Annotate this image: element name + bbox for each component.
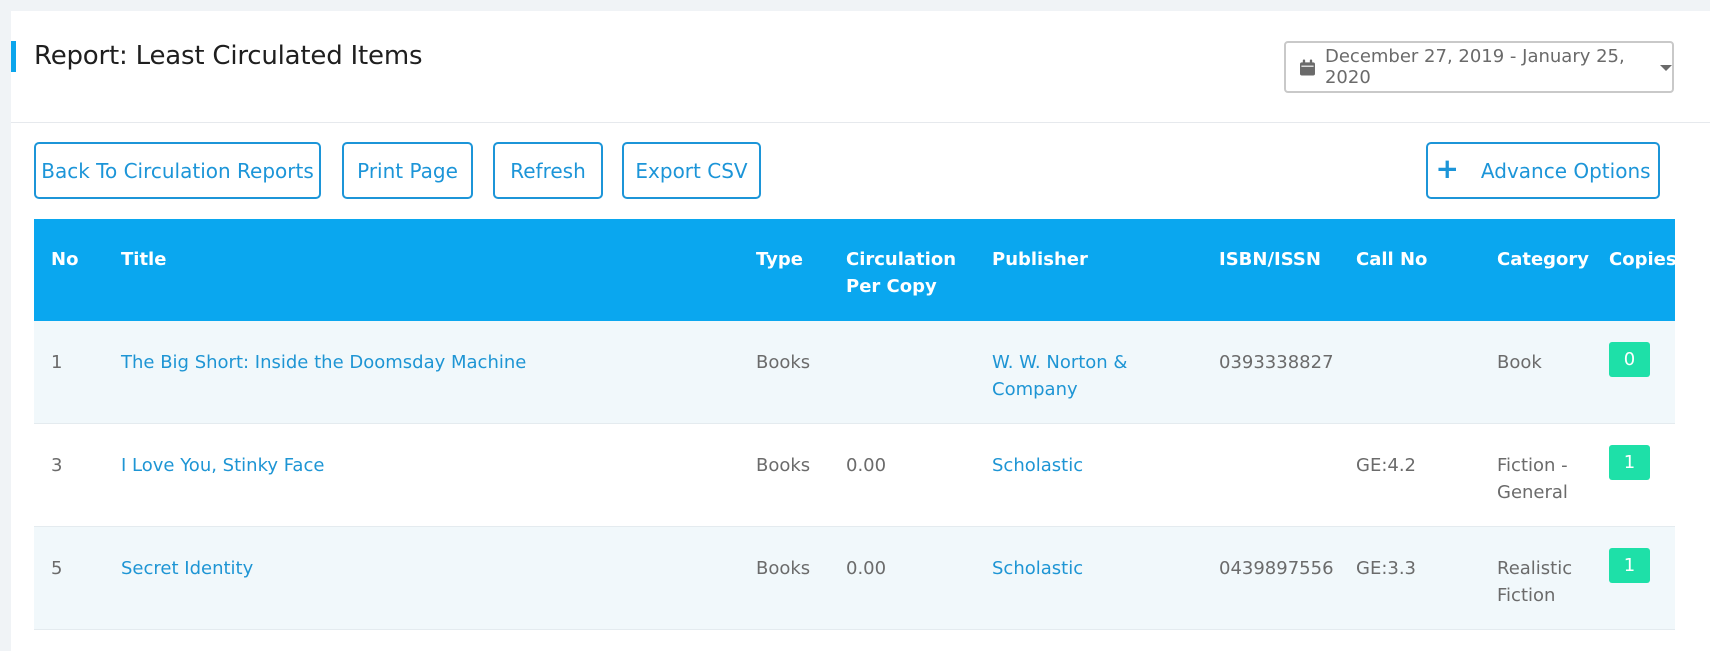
cell-publisher-line1: Scholastic: [992, 558, 1084, 579]
cell-no: 1: [51, 352, 63, 373]
cell-publisher-link[interactable]: W. W. Norton & Company: [992, 349, 1127, 403]
cell-category-line1: Realistic: [1497, 558, 1573, 579]
cell-circulation: 0.00: [846, 558, 887, 579]
column-header-call-no: Call No: [1356, 249, 1428, 270]
cell-category: Realistic Fiction: [1497, 555, 1572, 609]
export-csv-button[interactable]: Export CSV: [622, 142, 761, 199]
page-title: Report: Least Circulated Items: [34, 41, 423, 71]
column-header-publisher: Publisher: [992, 249, 1088, 270]
cell-category-line1: Book: [1497, 352, 1542, 373]
column-header-no: No: [51, 249, 79, 270]
column-header-circulation-line2: Per Copy: [846, 276, 937, 297]
cell-type: Books: [756, 455, 811, 476]
cell-category: Book: [1497, 349, 1542, 376]
refresh-button[interactable]: Refresh: [493, 142, 603, 199]
cell-type: Books: [756, 352, 811, 373]
copies-badge: 1: [1609, 445, 1650, 480]
print-page-button[interactable]: Print Page: [342, 142, 473, 199]
table-row: 5 Secret Identity Books 0.00 Scholastic …: [34, 527, 1675, 630]
cell-publisher-line2: Company: [992, 379, 1078, 400]
copies-badge: 0: [1609, 342, 1650, 377]
back-button-label: Back To Circulation Reports: [41, 158, 314, 183]
date-range-picker[interactable]: December 27, 2019 - January 25, 2020: [1284, 41, 1674, 93]
cell-call-no: GE:3.3: [1356, 558, 1417, 579]
title-accent-bar: [11, 41, 16, 72]
cell-category: Fiction - General: [1497, 452, 1568, 506]
advance-button-label: Advance Options: [1480, 158, 1651, 183]
least-circulated-table: No Title Type Circulation Per Copy Publi…: [34, 219, 1677, 630]
table-row: 3 I Love You, Stinky Face Books 0.00 Sch…: [34, 424, 1675, 527]
column-header-copies: Copies: [1609, 249, 1677, 270]
column-header-circulation-line1: Circulation: [846, 249, 957, 270]
column-header-type: Type: [756, 249, 803, 270]
back-to-circulation-reports-button[interactable]: Back To Circulation Reports: [34, 142, 321, 199]
table-header: No Title Type Circulation Per Copy Publi…: [34, 219, 1677, 321]
cell-category-line2: Fiction: [1497, 585, 1556, 606]
cell-category-line2: General: [1497, 482, 1568, 503]
cell-title-link[interactable]: Secret Identity: [121, 555, 253, 582]
caret-down-icon: [1660, 65, 1672, 71]
plus-icon: +: [1435, 152, 1459, 185]
column-header-title: Title: [121, 249, 167, 270]
print-button-label: Print Page: [357, 158, 458, 183]
calendar-icon: [1300, 59, 1315, 75]
cell-isbn: 0393338827: [1219, 352, 1334, 373]
cell-type: Books: [756, 558, 811, 579]
column-header-circulation: Circulation Per Copy: [846, 246, 956, 300]
refresh-button-label: Refresh: [510, 158, 586, 183]
column-header-isbn: ISBN/ISSN: [1219, 249, 1321, 270]
advance-options-button[interactable]: + Advance Options: [1426, 142, 1660, 199]
cell-circulation: 0.00: [846, 455, 887, 476]
date-range-label: December 27, 2019 - January 25, 2020: [1324, 46, 1625, 88]
report-card: Report: Least Circulated Items December …: [11, 11, 1710, 651]
cell-category-line1: Fiction -: [1497, 455, 1568, 476]
cell-publisher-line1: W. W. Norton &: [992, 352, 1128, 373]
cell-publisher-link[interactable]: Scholastic: [992, 555, 1083, 582]
cell-no: 5: [51, 558, 63, 579]
column-header-category: Category: [1497, 249, 1590, 270]
export-button-label: Export CSV: [635, 158, 748, 183]
copies-badge: 1: [1609, 548, 1650, 583]
cell-title-link[interactable]: The Big Short: Inside the Doomsday Machi…: [121, 349, 526, 376]
cell-call-no: GE:4.2: [1356, 455, 1417, 476]
cell-title-link[interactable]: I Love You, Stinky Face: [121, 452, 324, 479]
table-row: 1 The Big Short: Inside the Doomsday Mac…: [34, 321, 1675, 424]
cell-publisher-line1: Scholastic: [992, 455, 1084, 476]
cell-isbn: 0439897556: [1219, 558, 1334, 579]
cell-publisher-link[interactable]: Scholastic: [992, 452, 1083, 479]
cell-no: 3: [51, 455, 63, 476]
header-divider: [11, 122, 1710, 123]
